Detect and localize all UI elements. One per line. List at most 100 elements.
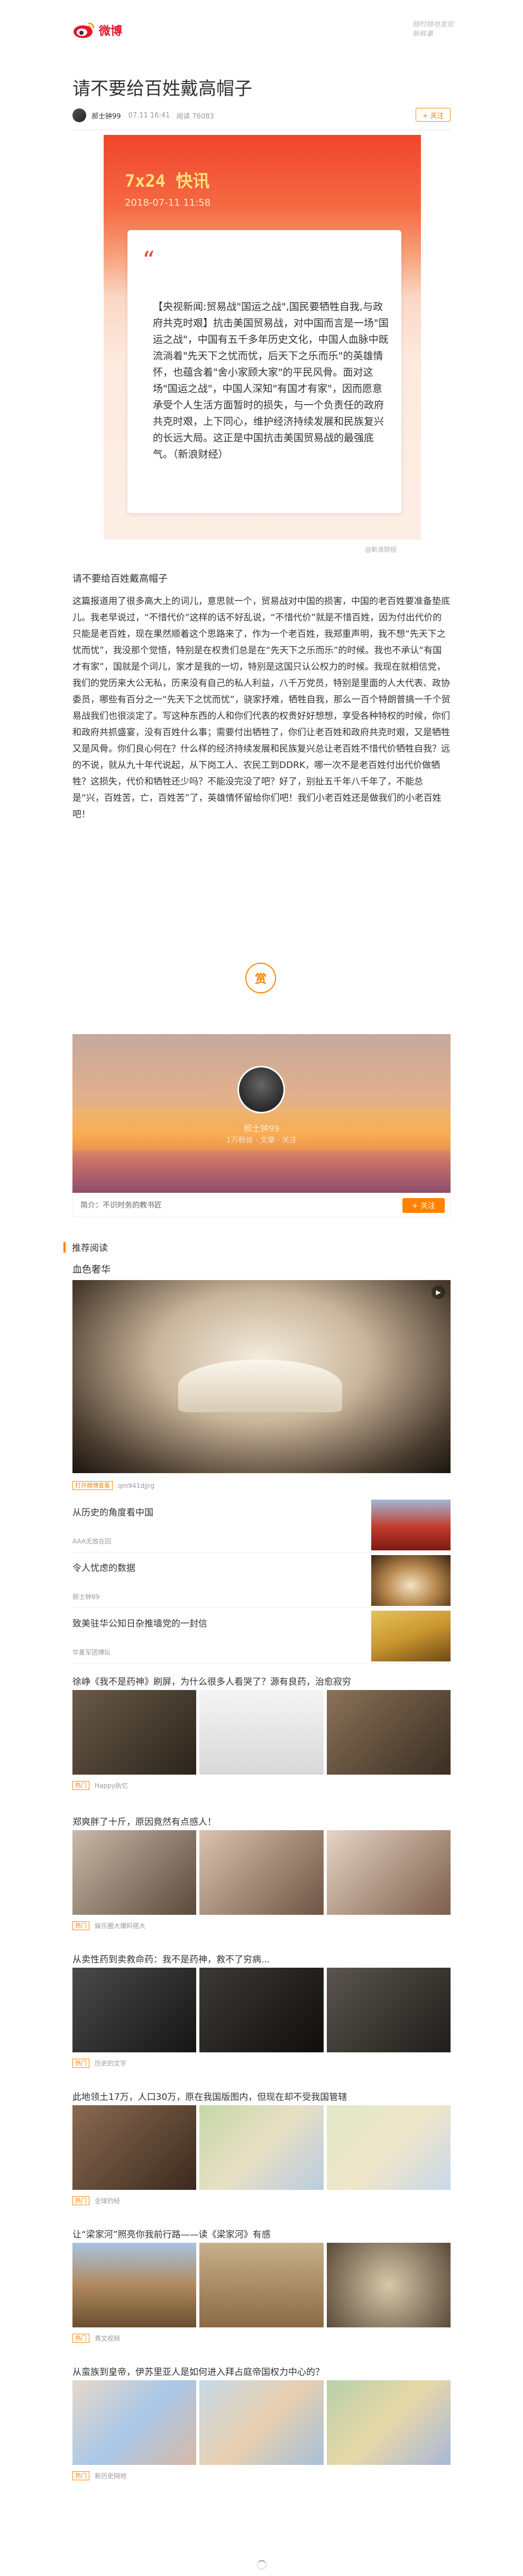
thumbnail[interactable] [199,1830,324,1915]
thumbnail[interactable] [326,1968,451,2052]
multi-item-source: 青文视频 [95,2335,121,2342]
open-book-shape [178,1359,342,1412]
thumbnail[interactable] [326,1690,451,1775]
author-card-name[interactable]: 郝士钟99 [72,1121,451,1134]
multi-item-title[interactable]: 郑爽胖了十斤，原因竟然有点感人！ [72,1814,451,1830]
loading-spinner-icon [257,2560,267,2570]
multi-image-item[interactable]: 徐峥《我不是药神》刷屏，为什么很多人看哭了？源有良药，治愈寂穷 热门 Happy… [72,1674,451,1790]
multi-item-images[interactable] [72,1968,451,2052]
author-follow-button[interactable]: + 关注 [402,1198,445,1213]
multi-item-source: 娱乐圈大爆料搭大 [95,1922,146,1930]
multi-image-item[interactable]: 从卖性药到卖救命药：我不是药神，救不了穷病... 热门 历史的文字 [72,1952,451,2068]
list-item-thumbnail[interactable] [371,1555,451,1606]
thumbnail[interactable] [72,1968,197,2052]
thumbnail[interactable] [326,1830,451,1915]
author-card: 郝士钟99 1万粉丝 · 文章 · 关注 [72,1034,451,1193]
multi-item-title[interactable]: 从蛮族到皇帝，伊苏里亚人是如何进入拜占庭帝国权力中心的？ [72,2364,451,2380]
list-item-thumbnail[interactable] [371,1611,451,1661]
multi-item-title[interactable]: 让“梁家河”照亮你我前行路——读《梁家河》有感 [72,2227,451,2243]
image-watermark: @新浪财经 [365,546,397,553]
map-thumbnail[interactable] [199,2380,324,2465]
multi-item-source: Happy执忆 [95,1782,128,1789]
hot-tag: 热门 [72,2196,89,2205]
list-item-source: 郝士钟99 [72,1593,100,1601]
thumbnail[interactable] [326,2243,451,2327]
play-icon[interactable]: ▶ [432,1285,445,1299]
thumbnail[interactable] [199,1690,324,1775]
multi-image-item[interactable]: 让“梁家河”照亮你我前行路——读《梁家河》有感 热门 青文视频 [72,2227,451,2343]
map-thumbnail[interactable] [326,2105,451,2190]
author-card-avatar[interactable] [237,1066,285,1113]
multi-item-title[interactable]: 此地领土17万，人口30万，原在我国版图内，但现在却不受我国管辖 [72,2089,451,2105]
list-item-title[interactable]: 致美驻华公知日杂推墙党的一封信 [72,1616,207,1629]
logo-text: 微博 [99,25,123,38]
recommend-heading-text: 推荐阅读 [72,1243,108,1254]
article-subtitle: 请不要给百姓戴高帽子 [72,573,168,584]
follow-button[interactable]: + 关注 [416,108,451,122]
list-item-source: AAA无放在回 [72,1538,112,1545]
multi-item-title[interactable]: 徐峥《我不是药神》刷屏，为什么很多人看哭了？源有良药，治愈寂穷 [72,1674,451,1690]
map-thumbnail[interactable] [199,2105,324,2190]
hot-tag: 热门 [72,1921,89,1930]
thumbnail[interactable] [199,2243,324,2327]
multi-item-images[interactable] [72,1690,451,1775]
thumbnail[interactable] [72,2105,197,2190]
multi-item-images[interactable] [72,2105,451,2190]
news-flash-body: 【央视新闻:贸易战"国运之战",国民要牺牲自我,与政府共克时艰】抗击美国贸易战，… [153,301,389,460]
slogan: 随时随地发现新鲜事 [412,21,454,38]
news-flash-heading: 7x24 快讯 [125,171,210,191]
multi-image-item[interactable]: 郑爽胖了十斤，原因竟然有点感人！ 热门 娱乐圈大爆料搭大 [72,1814,451,1930]
multi-item-meta: 热门 全球的经 [72,2196,451,2205]
hot-tag: 热门 [72,2059,89,2068]
featured-title[interactable]: 血色奢华 [72,1262,111,1276]
news-flash-panel: “ 【央视新闻:贸易战"国运之战",国民要牺牲自我,与政府共克时艰】抗击美国贸易… [127,230,401,513]
hot-tag: 热门 [72,1781,89,1790]
list-item-title[interactable]: 令人忧虑的数据 [72,1560,135,1574]
featured-tag[interactable]: 打开微博查看 [72,1481,113,1490]
list-item[interactable]: 从历史的角度看中国 AAA无放在回 [72,1500,451,1552]
multi-item-source: 全球的经 [95,2197,121,2205]
list-item-title[interactable]: 从历史的角度看中国 [72,1505,153,1518]
weibo-eye-icon [74,22,95,38]
article-meta: 郝士钟99 07.11 16:41 阅读 76083 + 关注 [72,106,451,125]
map-thumbnail[interactable] [326,2380,451,2465]
multi-item-meta: 热门 新历史网地 [72,2471,451,2480]
author-intro: 简介：不识时务的教书匠 [80,1201,162,1210]
post-datetime: 07.11 16:41 [128,111,170,120]
multi-item-meta: 热门 Happy执忆 [72,1781,451,1790]
featured-meta: 打开微博查看 qm941djjrg [72,1481,154,1490]
multi-image-item[interactable]: 此地领土17万，人口30万，原在我国版图内，但现在却不受我国管辖 热门 全球的经 [72,2089,451,2205]
hot-tag: 热门 [72,2334,89,2343]
multi-item-images[interactable] [72,1830,451,1915]
list-item[interactable]: 令人忧虑的数据 郝士钟99 [72,1555,451,1608]
news-flash-date: 2018-07-11 11:58 [125,197,211,208]
featured-image[interactable]: ▶ [72,1280,451,1473]
multi-item-images[interactable] [72,2380,451,2465]
thumbnail[interactable] [199,1968,324,2052]
multi-item-images[interactable] [72,2243,451,2327]
featured-source: qm941djjrg [118,1482,154,1490]
multi-item-meta: 热门 青文视频 [72,2334,451,2343]
thumbnail[interactable] [72,1830,197,1915]
multi-item-title[interactable]: 从卖性药到卖救命药：我不是药神，救不了穷病... [72,1952,451,1968]
heading-accent-bar [63,1241,66,1253]
news-flash-image: 7x24 快讯 2018-07-11 11:58 “ 【央视新闻:贸易战"国运之… [104,135,421,540]
weibo-logo[interactable]: 微博 [72,21,122,39]
multi-item-meta: 热门 历史的文字 [72,2059,451,2068]
thumbnail[interactable] [72,1690,197,1775]
author-name[interactable]: 郝士钟99 [91,111,121,121]
list-item-thumbnail[interactable] [371,1500,451,1550]
thumbnail[interactable] [72,2243,197,2327]
article-title: 请不要给百姓戴高帽子 [72,78,252,99]
list-item-source: 华夏军团博坛 [72,1649,111,1656]
reward-button[interactable]: 赏 [245,963,276,993]
map-thumbnail[interactable] [72,2380,197,2465]
multi-image-item[interactable]: 从蛮族到皇帝，伊苏里亚人是如何进入拜占庭帝国权力中心的？ 热门 新历史网地 [72,2364,451,2480]
hot-tag: 热门 [72,2471,89,2480]
quote-icon: “ [142,246,155,275]
read-count: 阅读 76083 [176,112,214,121]
list-item[interactable]: 致美驻华公知日杂推墙党的一封信 华夏军团博坛 [72,1611,451,1664]
multi-item-source: 新历史网地 [95,2472,127,2480]
article-body: 这篇报道用了很多高大上的词儿，意思就一个，贸易战对中国的损害，中国的老百姓要准备… [72,596,451,820]
author-avatar[interactable] [72,108,86,122]
